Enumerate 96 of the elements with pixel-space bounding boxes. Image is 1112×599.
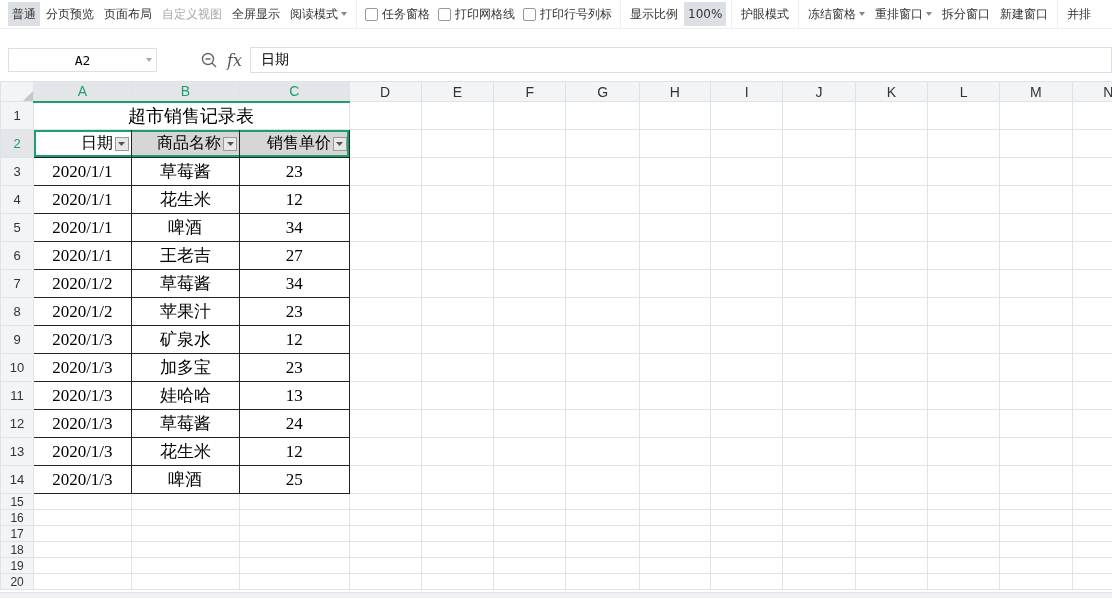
- caret-icon: [341, 12, 347, 16]
- table-cell: 草莓酱: [131, 157, 240, 186]
- table-cell: 花生米: [131, 437, 240, 466]
- formula-field[interactable]: 日期: [249, 47, 1112, 73]
- table-cell: 啤酒: [131, 213, 240, 242]
- table-cell: 2020/1/1: [33, 241, 132, 270]
- function-label[interactable]: fx: [227, 50, 242, 70]
- table-cell: 12: [239, 437, 349, 466]
- row-header[interactable]: 13: [0, 437, 34, 466]
- filter-button[interactable]: [223, 136, 238, 151]
- row-header[interactable]: 11: [0, 381, 34, 410]
- row-header[interactable]: 10: [0, 353, 34, 382]
- checkbox[interactable]: [365, 7, 378, 21]
- row-header[interactable]: 7: [0, 269, 34, 298]
- column-header[interactable]: H: [639, 81, 711, 102]
- column-header[interactable]: M: [999, 81, 1073, 102]
- table-cell: 矿泉水: [131, 325, 240, 354]
- row-header[interactable]: 1: [0, 101, 34, 130]
- table-cell: 加多宝: [131, 353, 240, 382]
- caret-icon: [226, 141, 234, 146]
- table-title: 超市销售记录表: [33, 101, 349, 130]
- name-box[interactable]: A2: [8, 48, 157, 72]
- toolbar-button[interactable]: 新建窗口: [996, 2, 1053, 26]
- toolbar-button[interactable]: 显示比例: [626, 2, 682, 26]
- table-cell: 25: [239, 465, 349, 494]
- table-cell: 2020/1/1: [33, 213, 132, 242]
- table-cell: 2020/1/3: [33, 353, 132, 382]
- table-cell: 苹果汁: [131, 297, 240, 326]
- table-cell: 2020/1/3: [33, 325, 132, 354]
- table-cell: 2020/1/3: [33, 465, 132, 494]
- toolbar-dropdown[interactable]: 阅读模式: [286, 2, 351, 26]
- caret-icon: [336, 141, 343, 146]
- column-header[interactable]: I: [710, 81, 783, 102]
- column-header[interactable]: J: [782, 81, 856, 102]
- row-header[interactable]: 6: [0, 241, 34, 270]
- checkbox[interactable]: [523, 7, 536, 21]
- table-cell: 34: [239, 269, 349, 298]
- column-title: 日期: [80, 133, 113, 154]
- filter-button[interactable]: [332, 136, 347, 151]
- table-cell: 12: [239, 185, 349, 214]
- table-cell: 啤酒: [131, 465, 240, 494]
- table-cell: 13: [239, 381, 349, 410]
- column-header[interactable]: E: [421, 81, 494, 102]
- caret-icon: [118, 141, 126, 146]
- table-cell: 王老吉: [131, 241, 240, 270]
- toolbar-button[interactable]: 页面布局: [100, 2, 156, 26]
- checkbox-label: 任务窗格: [382, 5, 430, 23]
- table-cell: 23: [239, 157, 349, 186]
- toolbar-button[interactable]: 拆分窗口: [938, 2, 995, 26]
- table-cell: 2020/1/2: [33, 297, 132, 326]
- row-header[interactable]: 5: [0, 213, 34, 242]
- column-header[interactable]: F: [493, 81, 566, 102]
- table-cell: 12: [239, 325, 349, 354]
- toolbar-button[interactable]: 分页预览: [42, 2, 98, 26]
- column-header[interactable]: N: [1072, 81, 1112, 102]
- toolbar-button[interactable]: 全屏显示: [228, 2, 284, 26]
- row-header[interactable]: 9: [0, 325, 34, 354]
- column-header[interactable]: G: [565, 81, 640, 102]
- row-header[interactable]: 12: [0, 409, 34, 438]
- table-cell: 2020/1/3: [33, 381, 132, 410]
- table-cell: 草莓酱: [131, 409, 240, 438]
- table-cell: 23: [239, 353, 349, 382]
- checkbox-label: 打印网格线: [455, 5, 515, 23]
- row-header[interactable]: 14: [0, 465, 34, 494]
- column-title: 商品名称: [157, 133, 222, 154]
- toolbar-dropdown[interactable]: 冻结窗格: [804, 2, 870, 26]
- row-header[interactable]: 3: [0, 157, 34, 186]
- toolbar-dropdown[interactable]: 重排窗口: [871, 2, 937, 26]
- toolbar-button[interactable]: 普通: [8, 2, 40, 26]
- row-header[interactable]: 8: [0, 297, 34, 326]
- column-header[interactable]: L: [927, 81, 1000, 102]
- table-cell: 娃哈哈: [131, 381, 240, 410]
- zoom-out-icon[interactable]: [201, 52, 217, 68]
- table-cell: 2020/1/1: [33, 185, 132, 214]
- toolbar-button[interactable]: 并排: [1063, 2, 1096, 26]
- toolbar-button[interactable]: 100%: [684, 2, 727, 26]
- table-cell: 草莓酱: [131, 269, 240, 298]
- table-cell: 2020/1/3: [33, 409, 132, 438]
- column-header[interactable]: D: [349, 81, 422, 102]
- row-header[interactable]: 4: [0, 185, 34, 214]
- table-cell: 2020/1/3: [33, 437, 132, 466]
- checkbox[interactable]: [438, 7, 451, 21]
- table-cell: 23: [239, 297, 349, 326]
- checkbox-label: 打印行号列标: [540, 5, 612, 23]
- table-cell: 34: [239, 213, 349, 242]
- table-cell: 2020/1/1: [33, 157, 132, 186]
- column-header[interactable]: K: [855, 81, 928, 102]
- column-title: 销售单价: [266, 133, 331, 154]
- toolbar-button[interactable]: 护眼模式: [737, 2, 794, 26]
- table-cell: 花生米: [131, 185, 240, 214]
- filter-button[interactable]: [114, 136, 129, 151]
- table-cell: 2020/1/2: [33, 269, 132, 298]
- table-cell: 24: [239, 409, 349, 438]
- caret-icon: [859, 12, 866, 16]
- table-cell: 27: [239, 241, 349, 270]
- caret-icon: [926, 12, 933, 16]
